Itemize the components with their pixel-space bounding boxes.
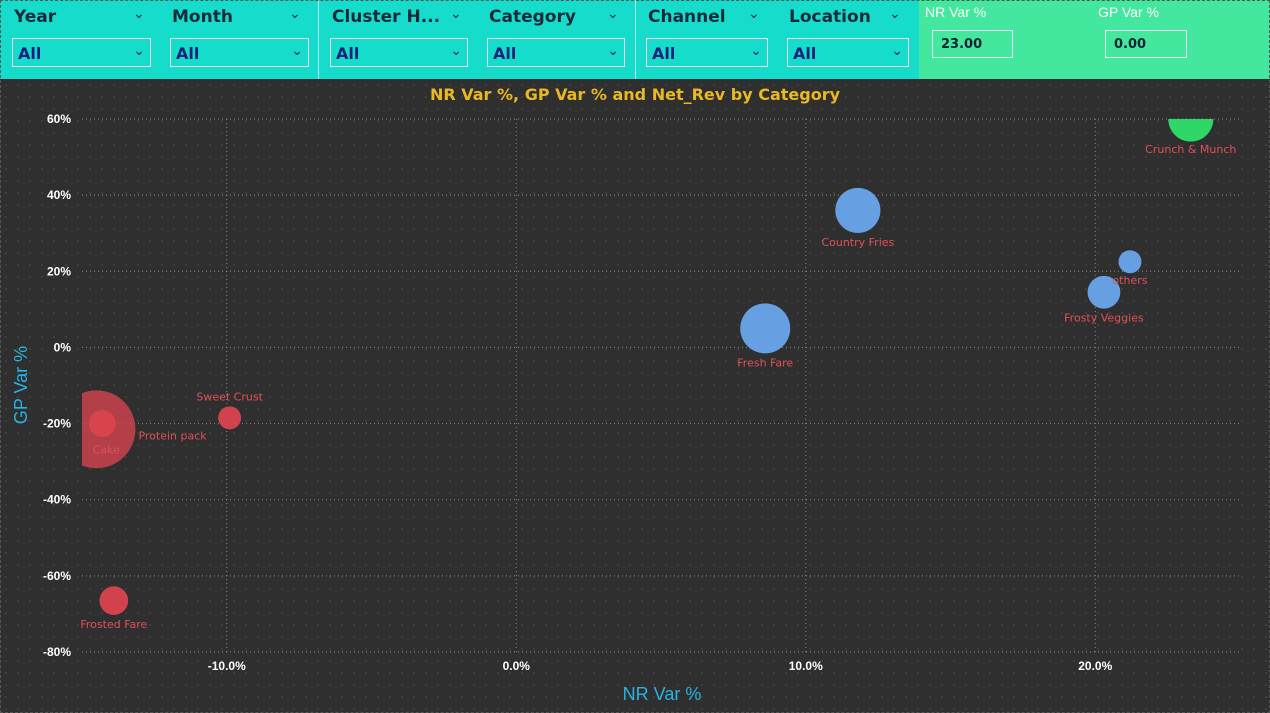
point-label: Protein pack: [138, 429, 207, 442]
data-point: [740, 303, 791, 354]
nr-var-label: NR Var %: [925, 4, 987, 20]
chart-title: NR Var %, GP Var % and Net_Rev by Catego…: [430, 85, 841, 104]
data-point: [218, 406, 242, 430]
point-label: Country Fries: [821, 236, 894, 249]
divider: [318, 0, 319, 79]
y-tick-label: 20%: [47, 264, 71, 278]
chevron-down-icon[interactable]: ⌄: [889, 6, 901, 22]
slicer-title: Location: [789, 7, 871, 27]
chevron-down-icon: ⌄: [450, 43, 462, 59]
point-label: Frosty Veggies: [1064, 312, 1144, 325]
x-tick-label: 0.0%: [503, 659, 531, 673]
slicer-value: All: [18, 44, 42, 63]
slicer-title: Category: [489, 7, 576, 27]
slicer-month: Month ⌄ All ⌄: [166, 0, 314, 79]
category-dropdown[interactable]: All ⌄: [487, 38, 625, 67]
point-label: Cake: [93, 444, 120, 457]
gp-var-input[interactable]: 0.00: [1105, 30, 1187, 58]
slicer-year: Year ⌄ All ⌄: [8, 0, 156, 79]
chevron-down-icon[interactable]: ⌄: [289, 6, 301, 22]
chevron-down-icon[interactable]: ⌄: [450, 6, 462, 22]
data-point: [1168, 119, 1214, 142]
y-tick-label: 60%: [47, 112, 71, 126]
point-label: Fresh Fare: [737, 356, 793, 369]
slicer-value: All: [176, 44, 200, 63]
scatter-chart-visual: NR Var %, GP Var % and Net_Rev by Catego…: [0, 79, 1270, 713]
y-axis-title: GP Var %: [11, 346, 31, 424]
y-tick-label: 0%: [54, 340, 72, 354]
point-label: Crunch & Munch: [1145, 143, 1236, 156]
y-tick-label: -60%: [43, 569, 71, 583]
x-tick-label: 20.0%: [1078, 659, 1112, 673]
y-tick-label: -40%: [43, 493, 71, 507]
cluster-dropdown[interactable]: All ⌄: [330, 38, 468, 67]
chevron-down-icon[interactable]: ⌄: [748, 6, 760, 22]
gp-var-label: GP Var %: [1098, 4, 1159, 20]
chevron-down-icon: ⌄: [891, 43, 903, 59]
chevron-down-icon: ⌄: [133, 43, 145, 59]
data-point: [835, 187, 881, 233]
slicer-channel: Channel ⌄ All ⌄: [642, 0, 772, 79]
location-dropdown[interactable]: All ⌄: [787, 38, 909, 67]
slicer-value: All: [493, 44, 517, 63]
divider: [635, 0, 636, 79]
nr-var-input[interactable]: 23.00: [932, 30, 1013, 58]
x-tick-label: 10.0%: [789, 659, 823, 673]
point-label: others: [1112, 274, 1147, 287]
nr-var-value: 23.00: [941, 37, 983, 52]
slicer-value: All: [793, 44, 817, 63]
slicer-title: Channel: [648, 7, 726, 27]
chevron-down-icon[interactable]: ⌄: [607, 6, 619, 22]
slicer-cluster: Cluster H... ⌄ All ⌄: [326, 0, 474, 79]
slicer-value: All: [336, 44, 360, 63]
year-dropdown[interactable]: All ⌄: [12, 38, 151, 67]
data-point: [99, 586, 129, 615]
slicer-location: Location ⌄ All ⌄: [783, 0, 913, 79]
gp-var-value: 0.00: [1114, 37, 1147, 52]
chevron-down-icon: ⌄: [750, 43, 762, 59]
y-tick-label: -80%: [43, 645, 71, 659]
point-label: Sweet Crust: [196, 390, 263, 403]
x-axis-title: NR Var %: [623, 684, 702, 704]
data-point: [88, 410, 116, 438]
slicer-value: All: [652, 44, 676, 63]
channel-dropdown[interactable]: All ⌄: [646, 38, 768, 67]
x-tick-label: -10.0%: [208, 659, 246, 673]
slicer-title: Cluster H...: [332, 7, 441, 27]
chevron-down-icon: ⌄: [607, 43, 619, 59]
scatter-chart: NR Var %, GP Var % and Net_Rev by Catego…: [11, 85, 1240, 704]
chevron-down-icon[interactable]: ⌄: [133, 6, 145, 22]
slicer-title: Month: [172, 7, 233, 27]
kpi-panel: NR Var % 23.00 GP Var % 0.00: [919, 0, 1270, 79]
month-dropdown[interactable]: All ⌄: [170, 38, 309, 67]
point-label: Frosted Fare: [80, 618, 147, 631]
slicer-category: Category ⌄ All ⌄: [483, 0, 631, 79]
chevron-down-icon: ⌄: [291, 43, 303, 59]
slicer-title: Year: [14, 7, 57, 27]
filter-bar: Year ⌄ All ⌄ Month ⌄ All ⌄ Cluster H... …: [0, 0, 1270, 79]
data-point: [1118, 250, 1142, 274]
y-tick-label: -20%: [43, 417, 71, 431]
y-tick-label: 40%: [47, 188, 71, 202]
